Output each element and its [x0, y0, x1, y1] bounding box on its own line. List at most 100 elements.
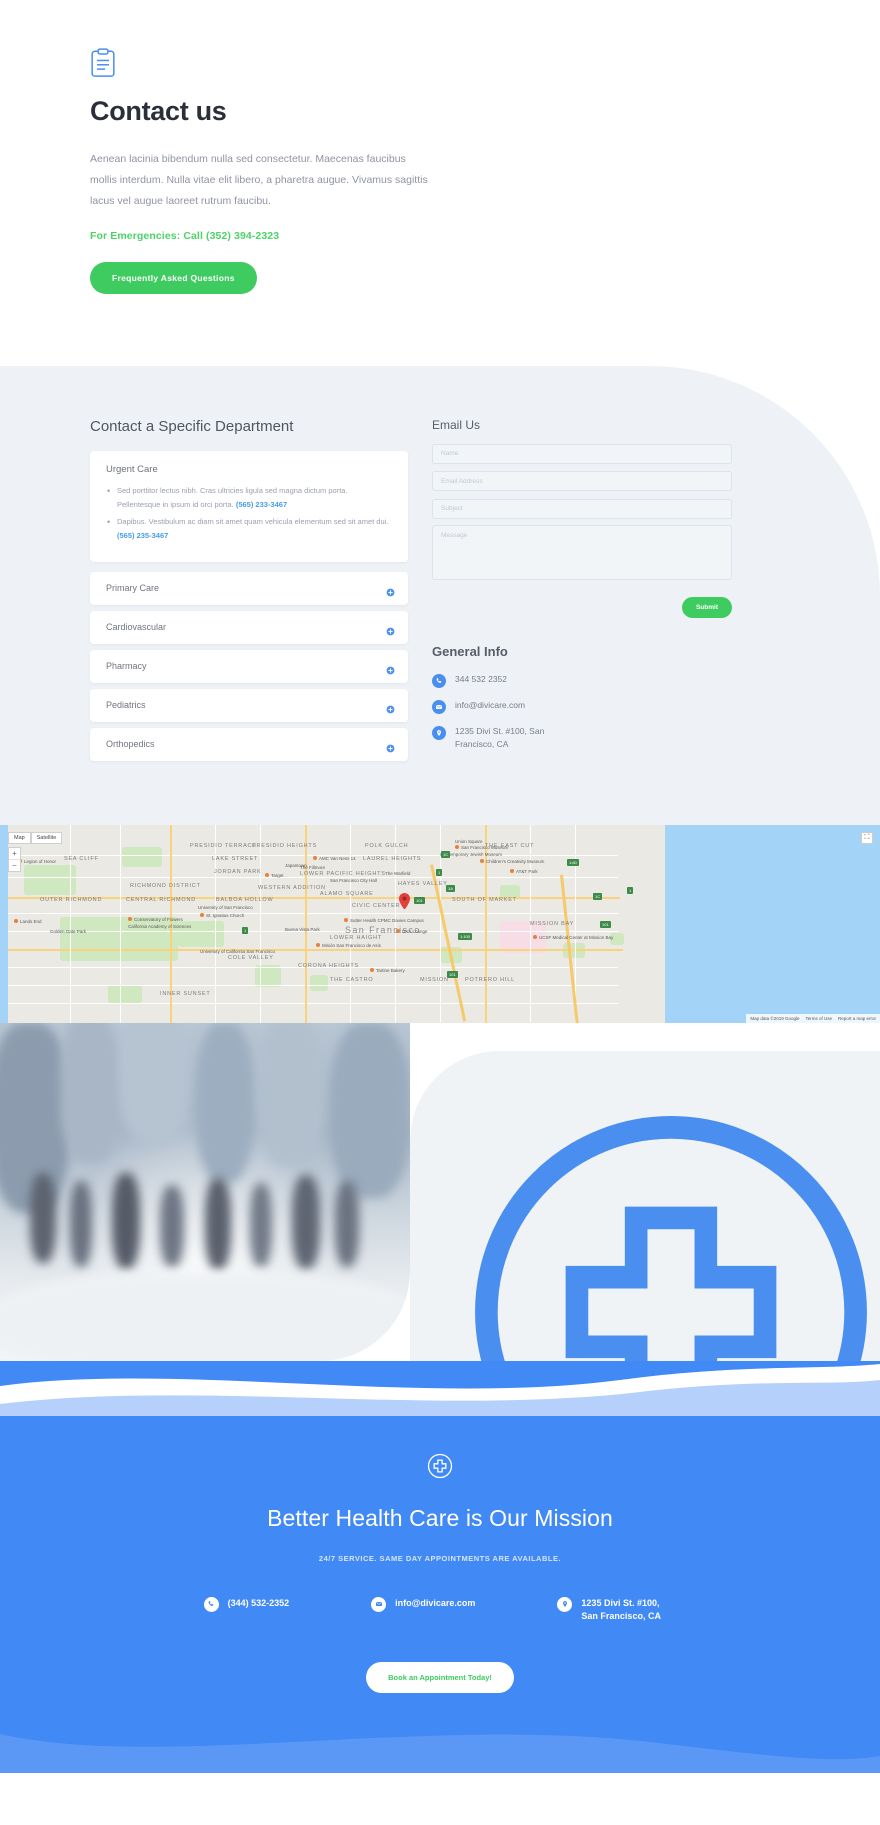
wave-top-decoration: [0, 1363, 880, 1416]
phone-link[interactable]: (565) 235-3467: [117, 531, 168, 540]
subject-input[interactable]: [432, 498, 732, 519]
map-section[interactable]: San Francisco PRESIDIO TERRACE PRESIDIO …: [0, 824, 880, 1023]
map-attribution-report[interactable]: Report a map error: [838, 1016, 876, 1021]
accordion-label: Primary Care: [106, 583, 160, 593]
map-road: [120, 824, 122, 1023]
accordion-item-pharmacy[interactable]: Pharmacy: [90, 649, 408, 683]
list-item: Dapibus. Vestibulum ac diam sit amet qua…: [106, 514, 392, 543]
emergency-text: For Emergencies: Call (352) 394-2323: [90, 230, 280, 242]
wave-bottom-decoration: [0, 1733, 880, 1773]
city-crowd-photo: [0, 1022, 410, 1361]
map-zoom-control[interactable]: + −: [8, 846, 21, 872]
footer-contact-address: 1235 Divi St. #100, San Francisco, CA: [557, 1596, 676, 1624]
map-road: [395, 824, 397, 1023]
accordion-item-urgent-care[interactable]: Urgent Care Sed porttitor lectus nibh. C…: [90, 451, 408, 562]
footer-contact-text[interactable]: info@divicare.com: [395, 1597, 475, 1611]
map-zoom-out-button[interactable]: −: [9, 858, 20, 871]
map-type-map-button[interactable]: Map: [8, 831, 31, 844]
general-info-email: info@divicare.com: [432, 699, 732, 714]
accordion-label: Cardiovascular: [106, 622, 167, 632]
circle-plus-icon[interactable]: [386, 701, 395, 713]
envelope-icon: [432, 699, 446, 714]
accordion-item-cardiovascular[interactable]: Cardiovascular: [90, 610, 408, 644]
general-info-text: info@divicare.com: [455, 699, 526, 710]
phone-icon: [432, 673, 446, 688]
message-input[interactable]: [432, 524, 732, 580]
map-park-presidio: [24, 864, 76, 895]
accordion-label: Pediatrics: [106, 700, 146, 710]
cross-circle-icon: [427, 1453, 453, 1479]
map-road: [70, 824, 72, 1023]
email-input[interactable]: [432, 471, 732, 491]
donate-section: Donate or Volunteer Aenean lacinia biben…: [0, 1022, 880, 1741]
map-attribution-terms[interactable]: Terms of Use: [805, 1016, 832, 1021]
map-road: [215, 824, 217, 1023]
map-park: [255, 964, 281, 987]
map-attribution-data: Map data ©2019 Google: [750, 1015, 800, 1021]
map-pin-icon: [557, 1596, 573, 1612]
submit-button[interactable]: Submit: [681, 596, 732, 618]
accordion-title: Urgent Care: [106, 464, 158, 475]
footer-subtitle: 24/7 SERVICE. SAME DAY APPOINTMENTS ARE …: [318, 1553, 562, 1563]
departments-heading: Contact a Specific Department: [90, 418, 294, 435]
accordion-label: Orthopedics: [106, 739, 155, 749]
accordion-item-primary-care[interactable]: Primary Care: [90, 571, 408, 605]
donate-content: Donate or Volunteer Aenean lacinia biben…: [410, 1050, 880, 1741]
name-input[interactable]: [432, 443, 732, 464]
general-info-text: 1235 Divi St. #100, San Francisco, CA: [455, 725, 545, 749]
map-water-bay: [630, 824, 880, 1023]
footer-contact-phone: (344) 532-2352: [203, 1596, 290, 1624]
email-us-heading: Email Us: [432, 418, 481, 432]
page-title: Contact us: [90, 96, 227, 126]
faq-button[interactable]: Frequently Asked Questions: [90, 262, 257, 294]
map-pin-icon: [398, 892, 411, 910]
map-road-major: [305, 824, 307, 1023]
circle-plus-icon[interactable]: [386, 740, 395, 752]
circle-plus-icon[interactable]: [386, 662, 395, 674]
bullet-text: Dapibus. Vestibulum ac diam sit amet qua…: [117, 516, 389, 526]
map-canvas[interactable]: San Francisco PRESIDIO TERRACE PRESIDIO …: [0, 824, 880, 1023]
map-attribution: Map data ©2019 Google Terms of Use Repor…: [746, 1013, 880, 1023]
phone-link[interactable]: (565) 233-3467: [236, 500, 287, 509]
map-type-control[interactable]: Map Satellite: [8, 831, 63, 844]
departments-column: Contact a Specific Department Urgent Car…: [90, 418, 408, 767]
map-road: [8, 876, 618, 878]
circle-plus-icon[interactable]: [386, 584, 395, 596]
clipboard-icon: [90, 48, 116, 78]
phone-icon: [203, 1596, 219, 1612]
map-zoom-in-button[interactable]: +: [9, 848, 20, 859]
urgent-care-bullet-list: Sed porttitor lectus nibh. Cras ultricie…: [106, 483, 392, 543]
footer-title: Better Health Care is Our Mission: [267, 1504, 613, 1531]
envelope-icon: [371, 1596, 387, 1612]
bullet-text: Sed porttitor lectus nibh. Cras ultricie…: [117, 486, 348, 509]
map-road: [8, 984, 618, 986]
contact-section: Contact us Aenean lacinia bibendum nulla…: [0, 0, 880, 366]
map-road: [8, 1002, 618, 1004]
footer-section: Better Health Care is Our Mission 24/7 S…: [0, 1360, 880, 1773]
book-appointment-button[interactable]: Book an Appointment Today!: [366, 1661, 514, 1693]
accordion-item-pediatrics[interactable]: Pediatrics: [90, 688, 408, 722]
general-info-heading: General Info: [432, 643, 508, 659]
map-park: [310, 974, 328, 991]
footer-contacts: (344) 532-2352 info@divicare.com 1235 Di…: [90, 1596, 790, 1624]
general-info-text: 344 532 2352: [455, 673, 507, 684]
map-road: [260, 824, 262, 1023]
general-info-address: 1235 Divi St. #100, San Francisco, CA: [432, 725, 732, 751]
list-item: Sed porttitor lectus nibh. Cras ultricie…: [106, 483, 392, 512]
footer-contact-text[interactable]: (344) 532-2352: [228, 1597, 290, 1611]
departments-section: Contact a Specific Department Urgent Car…: [0, 366, 880, 825]
map-park: [122, 846, 162, 867]
map-park: [108, 984, 142, 1003]
contact-description: Aenean lacinia bibendum nulla sed consec…: [90, 153, 428, 207]
map-pin-icon: [432, 725, 446, 740]
map-type-satellite-button[interactable]: Satellite: [30, 831, 63, 844]
circle-plus-icon[interactable]: [386, 623, 395, 635]
email-form-column: Email Us Submit General Info 344 532 235…: [432, 418, 732, 767]
footer-contact-email: info@divicare.com: [371, 1596, 475, 1624]
footer-contact-text: 1235 Divi St. #100, San Francisco, CA: [581, 1597, 661, 1622]
page-root: Contact us Aenean lacinia bibendum nulla…: [0, 0, 880, 1773]
general-info-phone: 344 532 2352: [432, 673, 732, 688]
accordion-item-orthopedics[interactable]: Orthopedics: [90, 727, 408, 761]
expand-icon[interactable]: ⛶: [861, 831, 873, 844]
accordion-label: Pharmacy: [106, 661, 147, 671]
